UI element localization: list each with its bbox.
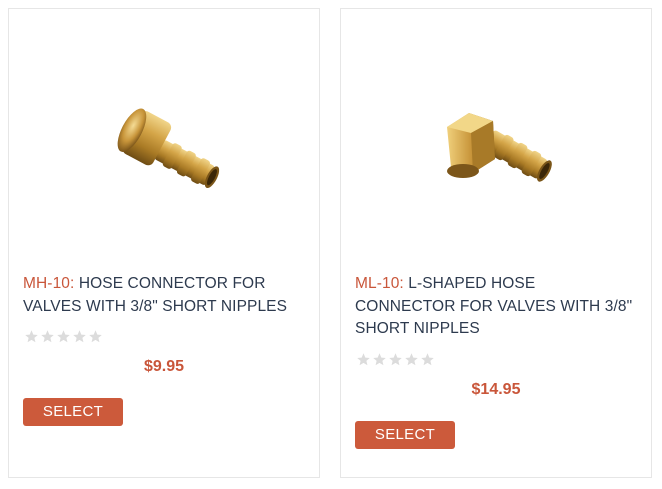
product-card: MH-10: HOSE CONNECTOR FOR VALVES WITH 3/… — [8, 8, 320, 478]
product-sku: MH-10: — [23, 275, 75, 292]
product-title-link[interactable]: MH-10: HOSE CONNECTOR FOR VALVES WITH 3/… — [23, 273, 305, 318]
star-icon — [40, 329, 55, 344]
brass-l-shaped-hose-connector-image — [447, 113, 552, 182]
star-icon — [56, 329, 71, 344]
product-card: ML-10: L-SHAPED HOSE CONNECTOR FOR VALVE… — [340, 8, 652, 478]
product-title-link[interactable]: ML-10: L-SHAPED HOSE CONNECTOR FOR VALVE… — [355, 273, 637, 341]
star-icon — [24, 329, 39, 344]
star-icon — [372, 352, 387, 367]
product-grid: MH-10: HOSE CONNECTOR FOR VALVES WITH 3/… — [0, 0, 662, 489]
product-price: $14.95 — [471, 381, 521, 398]
select-button[interactable]: SELECT — [355, 421, 455, 449]
select-button[interactable]: SELECT — [23, 398, 123, 426]
star-icon — [420, 352, 435, 367]
rating-stars — [356, 352, 435, 367]
product-sku: ML-10: — [355, 275, 404, 292]
star-icon — [404, 352, 419, 367]
rating-stars — [24, 329, 103, 344]
star-icon — [388, 352, 403, 367]
star-icon — [72, 329, 87, 344]
product-image-link[interactable] — [341, 9, 651, 259]
star-icon — [88, 329, 103, 344]
product-price: $9.95 — [143, 358, 185, 375]
star-icon — [356, 352, 371, 367]
brass-hose-connector-image — [117, 108, 220, 189]
product-image-link[interactable] — [9, 9, 319, 259]
